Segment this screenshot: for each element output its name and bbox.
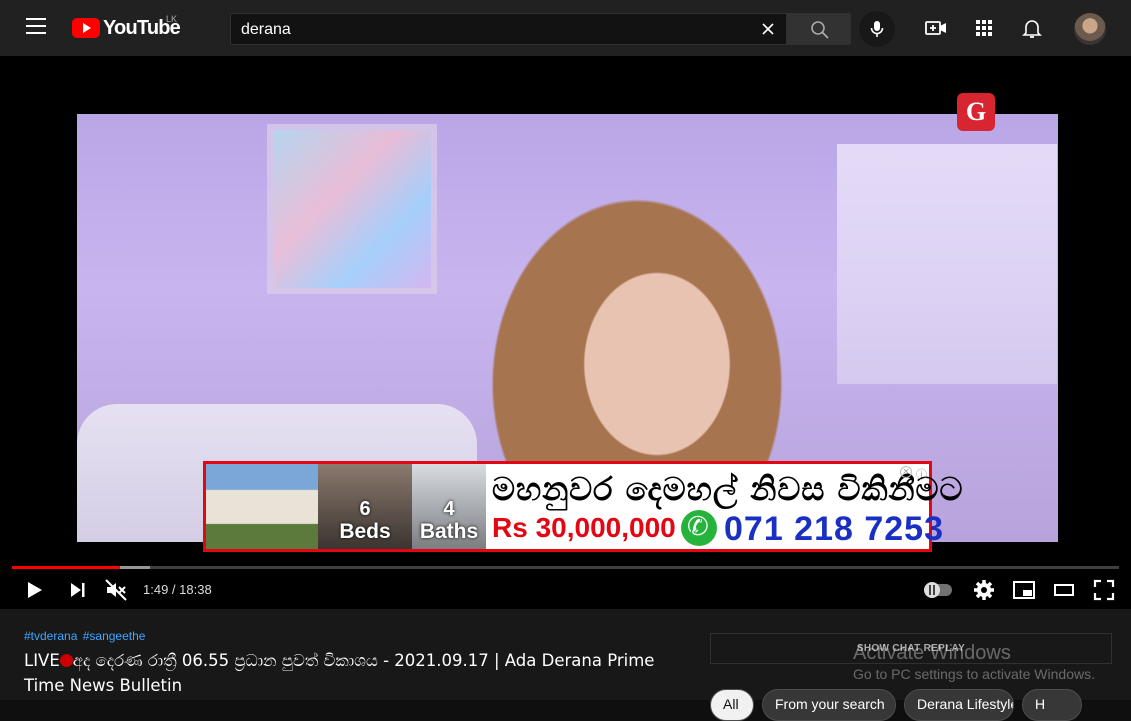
ad-baths-label: Baths <box>419 520 479 543</box>
video-title: LIVE අද දෙරණ රාත්‍රී 06.55 ප්‍රධාන පුවත් … <box>24 648 694 698</box>
time-display: 1:49 / 18:38 <box>143 582 212 597</box>
avatar[interactable] <box>1074 13 1106 45</box>
country-code: LK <box>166 14 178 24</box>
chip-all[interactable]: All <box>710 689 754 721</box>
live-label: LIVE <box>24 651 60 670</box>
progress-played <box>12 566 121 569</box>
ad-info-icon[interactable]: ⓘ <box>916 466 927 482</box>
apps-icon[interactable] <box>972 16 996 40</box>
youtube-logo[interactable]: YouTube LK <box>72 14 181 40</box>
video-info-area: #tvderana #sangeethe LIVE අද දෙරණ රාත්‍රී… <box>0 609 1131 721</box>
live-dot-icon <box>59 654 73 667</box>
chip-partial[interactable]: H <box>1022 689 1082 721</box>
autoplay-toggle[interactable] <box>924 582 952 598</box>
ad-close-icon[interactable]: × <box>900 466 912 478</box>
search-box <box>230 13 787 45</box>
settings-gear-icon[interactable] <box>972 578 996 602</box>
clear-icon[interactable] <box>760 21 776 37</box>
chip-derana-lifestyle[interactable]: Derana Lifestyle <box>904 689 1014 721</box>
create-video-icon[interactable] <box>924 16 948 40</box>
progress-bar[interactable] <box>12 566 1119 569</box>
overlay-ad-banner[interactable]: 6 Beds 4 Baths මහනුවර දෙමහල් නිවස විකිනී… <box>203 461 963 552</box>
channel-logo: G <box>957 93 995 131</box>
search-button[interactable] <box>787 13 851 45</box>
video-title-text: අද දෙරණ රාත්‍රී 06.55 ප්‍රධාන පුවත් විකා… <box>24 651 655 695</box>
video-player[interactable]: G 6 Beds 4 Baths මහනුවර දෙමහල් නිවස විකි… <box>0 56 1131 609</box>
hashtag-link[interactable]: #sangeethe <box>83 629 146 643</box>
mic-icon <box>870 21 884 37</box>
windows-activation-watermark: Activate Windows <box>853 642 1011 664</box>
menu-icon[interactable] <box>26 18 46 38</box>
voice-search-button[interactable] <box>859 11 895 47</box>
search-input[interactable] <box>241 20 741 40</box>
hashtags: #tvderana #sangeethe <box>24 629 147 643</box>
ad-beds-count: 6 <box>359 498 371 520</box>
windows-activation-subtitle: Go to PC settings to activate Windows. <box>853 666 1095 682</box>
play-icon[interactable] <box>22 578 46 602</box>
hashtag-link[interactable]: #tvderana <box>24 629 77 643</box>
ad-price: Rs 30,000,000 <box>492 512 676 543</box>
theater-mode-icon[interactable] <box>1052 578 1076 602</box>
fullscreen-icon[interactable] <box>1092 578 1116 602</box>
top-bar: YouTube LK <box>0 0 1131 56</box>
ad-bedroom-photo: 6 Beds <box>318 464 412 549</box>
chip-from-your-search[interactable]: From your search <box>762 689 896 721</box>
notifications-icon[interactable] <box>1020 16 1044 40</box>
ad-baths-count: 4 <box>443 498 455 520</box>
ad-headline: මහනුවර දෙමහල් නිවස විකිනීමට <box>492 470 964 508</box>
miniplayer-icon[interactable] <box>1012 578 1036 602</box>
video-background-art <box>267 124 437 294</box>
whatsapp-icon <box>681 510 717 546</box>
ad-beds-label: Beds <box>339 520 391 543</box>
youtube-play-icon <box>72 18 100 38</box>
ad-phone: 071 218 7253 <box>724 510 944 548</box>
video-background-window <box>837 144 1057 384</box>
ad-bathroom-photo: 4 Baths <box>412 464 486 549</box>
mute-icon[interactable] <box>104 578 128 602</box>
next-icon[interactable] <box>66 578 90 602</box>
ad-house-photo <box>206 464 318 549</box>
search-icon <box>811 21 829 39</box>
